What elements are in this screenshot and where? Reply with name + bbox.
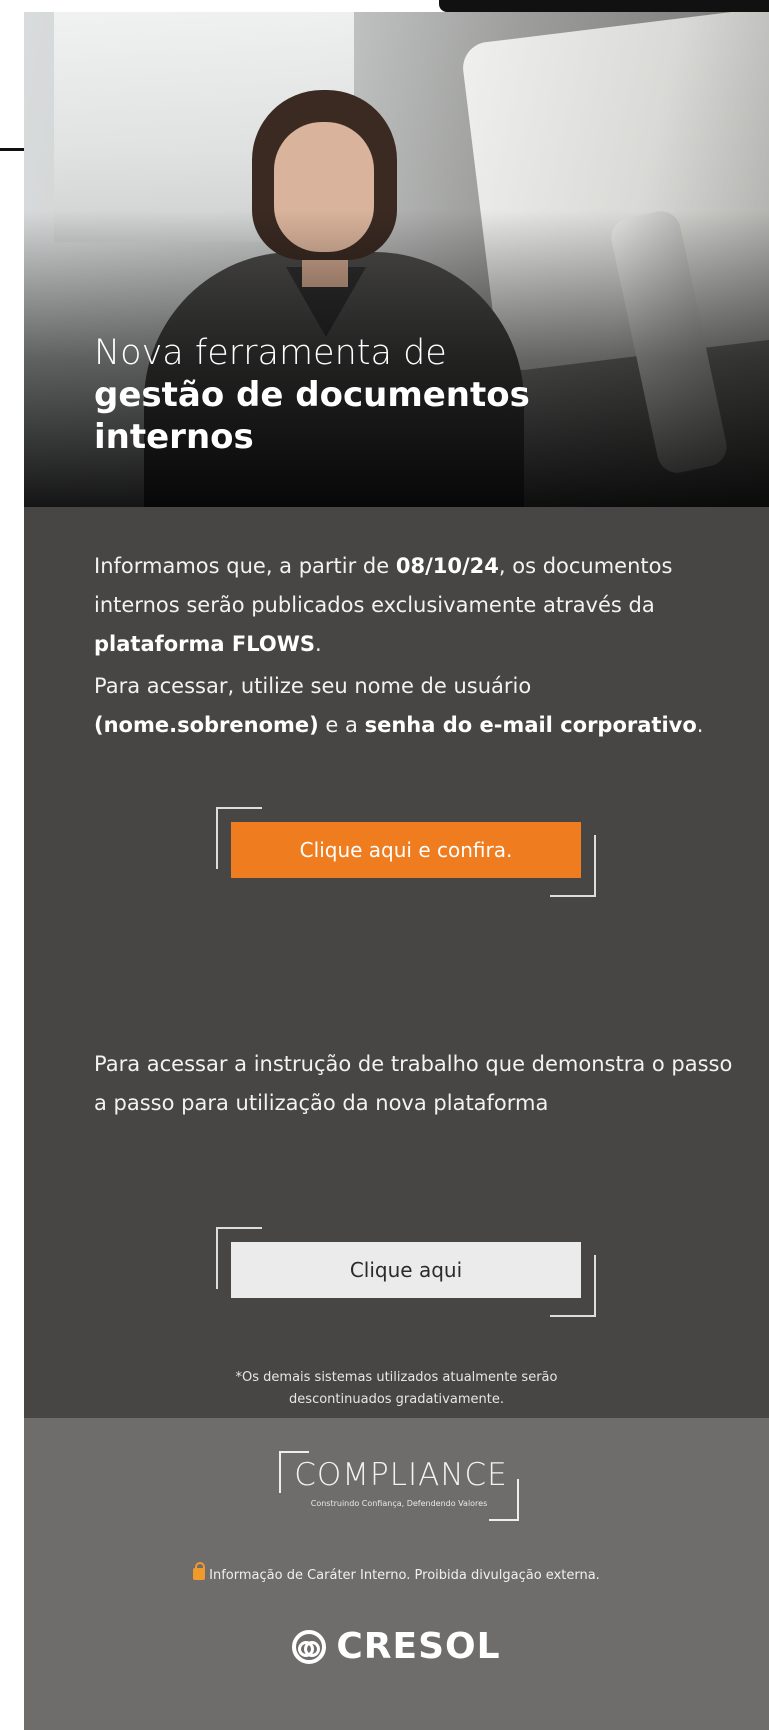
secondary-cta-button[interactable]: Clique aqui xyxy=(231,1242,581,1298)
access-text-1: Para acessar, utilize seu nome de usuári… xyxy=(94,674,532,698)
hero-banner: Nova ferramenta de gestão de documentos … xyxy=(24,12,769,507)
cresol-wordmark: CRESOL xyxy=(336,1626,501,1667)
access-paragraph: Para acessar, utilize seu nome de usuári… xyxy=(94,667,734,745)
hero-title-line2: gestão de documentos xyxy=(94,375,530,415)
internal-notice-text: Informação de Caráter Interno. Proibida … xyxy=(209,1568,600,1583)
compliance-logo: COMPLIANCE Construindo Confiança, Defend… xyxy=(279,1451,519,1521)
compliance-wordmark: COMPLIANCE xyxy=(294,1457,508,1493)
left-decor-line xyxy=(0,148,24,151)
internal-notice: Informação de Caráter Interno. Proibida … xyxy=(24,1562,769,1583)
access-username: (nome.sobrenome) xyxy=(94,713,319,737)
intro-text-1: Informamos que, a partir de xyxy=(94,554,396,578)
instruction-paragraph: Para acessar a instrução de trabalho que… xyxy=(94,1052,733,1115)
lock-icon xyxy=(193,1562,206,1580)
access-text-3: . xyxy=(696,713,704,737)
hero-title: Nova ferramenta de gestão de documentos … xyxy=(94,332,694,458)
email-card: Nova ferramenta de gestão de documentos … xyxy=(24,12,769,1730)
compliance-tagline: Construindo Confiança, Defendendo Valore… xyxy=(310,1499,488,1508)
access-text-2: e a xyxy=(318,713,365,737)
hero-title-line3: internos xyxy=(94,417,254,457)
footnote-line1: *Os demais sistemas utilizados atualment… xyxy=(235,1370,558,1385)
access-password: senha do e-mail corporativo xyxy=(364,713,697,737)
intro-platform: plataforma FLOWS xyxy=(94,632,316,656)
hero-title-line1: Nova ferramenta de xyxy=(94,333,447,373)
intro-paragraph: Informamos que, a partir de 08/10/24, os… xyxy=(94,547,734,664)
intro-text-3: . xyxy=(315,632,322,656)
cresol-logo: CRESOL xyxy=(24,1626,769,1667)
top-decor-bar xyxy=(439,0,769,12)
secondary-button-frame: Clique aqui xyxy=(216,1227,596,1317)
primary-cta-button[interactable]: Clique aqui e confira. xyxy=(231,822,581,878)
footer: COMPLIANCE Construindo Confiança, Defend… xyxy=(24,1418,769,1730)
primary-button-frame: Clique aqui e confira. xyxy=(216,807,596,897)
cresol-logo-icon xyxy=(292,1630,327,1664)
intro-date: 08/10/24 xyxy=(395,554,499,578)
footnote: *Os demais sistemas utilizados atualment… xyxy=(24,1367,769,1411)
footnote-line2: descontinuados gradativamente. xyxy=(289,1392,504,1407)
